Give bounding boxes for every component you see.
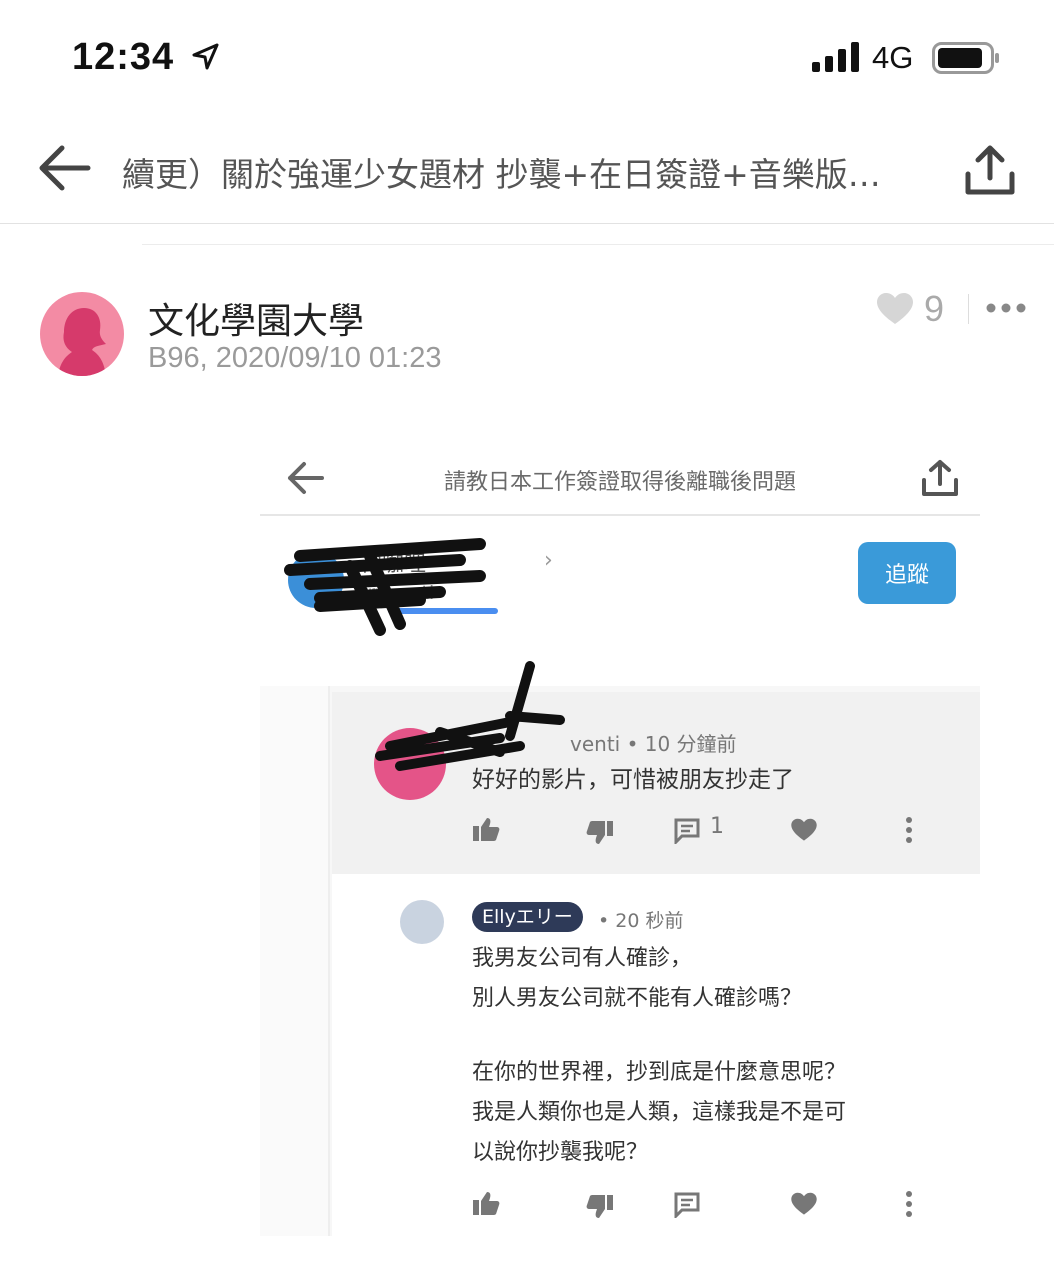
comment-actions: 1 [472, 814, 932, 846]
channel-avatar [288, 552, 344, 608]
divider [968, 294, 969, 324]
comment-thread: venti • 10 分鐘前 好好的影片，可惜被朋友抄走了 1 Ellyエリー … [260, 661, 980, 1236]
scribble-underline [388, 608, 498, 614]
like-count: 9 [924, 288, 945, 329]
reply-text-line: 在你的世界裡，抄到底是什麼意思呢？ [472, 1060, 847, 1085]
back-arrow-icon [288, 462, 324, 494]
reply-icon [674, 818, 700, 844]
divider [142, 244, 1054, 245]
comment-card: venti • 10 分鐘前 好好的影片，可惜被朋友抄走了 1 [332, 692, 980, 874]
heart-icon [791, 818, 817, 841]
share-icon [922, 460, 958, 496]
nav-bar: 續更）關於強運少女題材 抄襲+在日簽證+音樂版… [0, 112, 1054, 224]
more-options-icon [906, 817, 912, 843]
reply-text-line: 我是人類你也是人類，這樣我是不是可 [472, 1100, 847, 1125]
reply-card: Ellyエリー • 20 秒前 我男友公司有人確診， 別人男友公司就不能有人確診… [332, 874, 980, 1236]
heart-icon[interactable] [876, 292, 914, 326]
post-meta: B96, 2020/09/10 01:23 [148, 342, 442, 374]
comment-text: 好好的影片，可惜被朋友抄走了 [472, 767, 794, 793]
thread-rail [260, 686, 330, 1236]
reply-author-badge: Ellyエリー [472, 902, 583, 932]
reply-actions [472, 1190, 932, 1220]
reply-icon [674, 1192, 700, 1218]
embedded-nav-bar: 請教日本工作簽證取得後離職後問題 [260, 440, 980, 516]
status-time: 12:34 [72, 36, 175, 78]
reply-avatar [400, 900, 444, 944]
comment-avatar [374, 728, 446, 800]
reply-count: 1 [710, 814, 724, 839]
channel-name: 神咖哩 [360, 552, 427, 577]
network-type: 4G [872, 40, 914, 75]
reply-text-line: 以說你抄襲我呢？ [472, 1140, 649, 1165]
thumbs-up-icon [473, 1192, 500, 1215]
reply-time: • 20 秒前 [598, 910, 684, 932]
share-icon[interactable] [962, 142, 1018, 198]
avatar[interactable] [40, 292, 124, 376]
comment-time: • 10 分鐘前 [626, 732, 737, 756]
embedded-title: 請教日本工作簽證取得後離職後問題 [443, 470, 796, 495]
battery-icon [932, 42, 999, 74]
more-options-icon[interactable] [986, 300, 1026, 316]
female-silhouette-icon [58, 308, 106, 376]
comment-meta: venti • 10 分鐘前 [570, 728, 737, 757]
thumbs-down-icon [586, 821, 613, 844]
cellular-signal-icon [812, 42, 859, 72]
thumbs-down-icon [586, 1195, 613, 1218]
channel-handle: rryventi [360, 582, 435, 604]
more-options-icon [906, 1191, 912, 1217]
location-arrow-icon [192, 43, 219, 70]
comment-author: venti [570, 732, 621, 756]
back-arrow-icon[interactable] [36, 142, 92, 194]
heart-icon [791, 1192, 817, 1215]
status-bar: 12:34 4G [0, 0, 1054, 110]
reply-text-line: 我男友公司有人確診， [472, 946, 693, 971]
follow-button: 追蹤 [858, 542, 956, 604]
thumbs-up-icon [473, 818, 500, 841]
chevron-right-icon: › [544, 548, 553, 573]
page-title: 續更）關於強運少女題材 抄襲+在日簽證+音樂版… [122, 155, 881, 194]
embedded-screenshot: 請教日本工作簽證取得後離職後問題 神咖哩 › rryventi 追蹤 venti… [260, 440, 980, 1236]
reply-text-line: 別人男友公司就不能有人確診嗎？ [472, 986, 803, 1011]
post-author[interactable]: 文化學園大學 [148, 292, 364, 344]
